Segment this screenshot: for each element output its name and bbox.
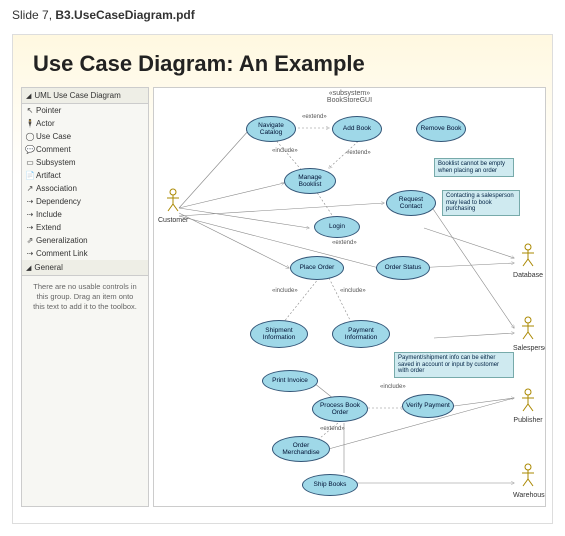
include-icon: ⇢: [26, 211, 34, 219]
tool-usecase[interactable]: ◯Use Case: [22, 130, 148, 143]
collapse-icon: ◢: [26, 264, 31, 272]
slide-title: Use Case Diagram: An Example: [13, 35, 552, 87]
toolbox-group-label: UML Use Case Diagram: [34, 91, 120, 100]
tool-extend[interactable]: ⇢Extend: [22, 221, 148, 234]
actor-salesperson[interactable]: Salesperson: [513, 316, 543, 352]
slide-prefix: Slide 7,: [12, 8, 55, 22]
usecase-place-order[interactable]: Place Order: [290, 256, 344, 280]
actor-publisher[interactable]: Publisher: [513, 388, 543, 424]
usecase-order-merchandise[interactable]: Order Merchandise: [272, 436, 330, 462]
usecase-remove-book[interactable]: Remove Book: [416, 116, 466, 142]
note-payment-ship[interactable]: Payment/shipment info can be either save…: [394, 352, 514, 378]
stereo-include-3: «include»: [340, 288, 366, 294]
usecase-add-book[interactable]: Add Book: [332, 116, 382, 142]
tool-subsystem[interactable]: ▭Subsystem: [22, 156, 148, 169]
usecase-manage-booklist[interactable]: Manage Booklist: [284, 168, 336, 194]
actor-database[interactable]: Database: [513, 243, 543, 279]
stereo-extend-1: «extend»: [302, 114, 327, 120]
tool-association[interactable]: ↗Association: [22, 182, 148, 195]
usecase-process-book-order[interactable]: Process Book Order: [312, 396, 368, 422]
usecase-icon: ◯: [26, 133, 34, 141]
page-header: Slide 7, B3.UseCaseDiagram.pdf: [0, 0, 565, 30]
commentlink-icon: ⇢: [26, 250, 34, 258]
tool-generalization[interactable]: ⇗Generalization: [22, 234, 148, 247]
tool-actor[interactable]: 🕴Actor: [22, 117, 148, 130]
usecase-payment-info[interactable]: Payment Information: [332, 320, 390, 348]
tool-pointer[interactable]: ↖Pointer: [22, 104, 148, 117]
comment-icon: 💬: [26, 146, 34, 154]
pointer-icon: ↖: [26, 107, 34, 115]
tool-dependency[interactable]: ⇢Dependency: [22, 195, 148, 208]
generalization-icon: ⇗: [26, 237, 34, 245]
usecase-order-status[interactable]: Order Status: [376, 256, 430, 280]
toolbox-panel: ◢ UML Use Case Diagram ↖Pointer 🕴Actor ◯…: [21, 87, 149, 507]
toolbox-group-general[interactable]: ◢ General: [22, 260, 148, 276]
tool-commentlink[interactable]: ⇢Comment Link: [22, 247, 148, 260]
actor-warehouse[interactable]: Warehouse: [513, 463, 543, 499]
stereo-include-1: «include»: [272, 148, 298, 154]
slide-filename: B3.UseCaseDiagram.pdf: [55, 8, 194, 22]
association-icon: ↗: [26, 185, 34, 193]
usecase-navigate-catalog[interactable]: Navigate Catalog: [246, 116, 296, 142]
usecase-verify-payment[interactable]: Verify Payment: [402, 394, 454, 418]
note-booklist-empty[interactable]: Booklist cannot be empty when placing an…: [434, 158, 514, 177]
actor-customer[interactable]: Customer: [158, 188, 188, 224]
subsystem-icon: ▭: [26, 159, 34, 167]
usecase-login[interactable]: Login: [314, 216, 360, 238]
stereo-include-2: «include»: [272, 288, 298, 294]
stereo-include-4: «include»: [380, 384, 406, 390]
tool-include[interactable]: ⇢Include: [22, 208, 148, 221]
collapse-icon: ◢: [26, 92, 31, 100]
usecase-ship-books[interactable]: Ship Books: [302, 474, 358, 496]
usecase-print-invoice[interactable]: Print Invoice: [262, 370, 318, 392]
artifact-icon: 📄: [26, 172, 34, 180]
usecase-shipment-info[interactable]: Shipment Information: [250, 320, 308, 348]
tool-artifact[interactable]: 📄Artifact: [22, 169, 148, 182]
toolbox-group-label: General: [34, 263, 62, 272]
slide-container: Use Case Diagram: An Example ◢ UML Use C…: [12, 34, 553, 524]
toolbox-empty-message: There are no usable controls in this gro…: [22, 276, 148, 317]
stereo-extend-2: «extend»: [346, 150, 371, 156]
slide-content: ◢ UML Use Case Diagram ↖Pointer 🕴Actor ◯…: [13, 87, 552, 507]
stereo-extend-4: «extend»: [320, 426, 345, 432]
extend-icon: ⇢: [26, 224, 34, 232]
toolbox-group-uml[interactable]: ◢ UML Use Case Diagram: [22, 88, 148, 104]
dependency-icon: ⇢: [26, 198, 34, 206]
actor-icon: 🕴: [26, 120, 34, 128]
tool-comment[interactable]: 💬Comment: [22, 143, 148, 156]
diagram-canvas[interactable]: «subsystem» BookStoreGUI: [153, 87, 546, 507]
stereo-extend-3: «extend»: [332, 240, 357, 246]
note-contact-sales[interactable]: Contacting a salesperson may lead to boo…: [442, 190, 520, 216]
usecase-request-contact[interactable]: Request Contact: [386, 190, 436, 216]
